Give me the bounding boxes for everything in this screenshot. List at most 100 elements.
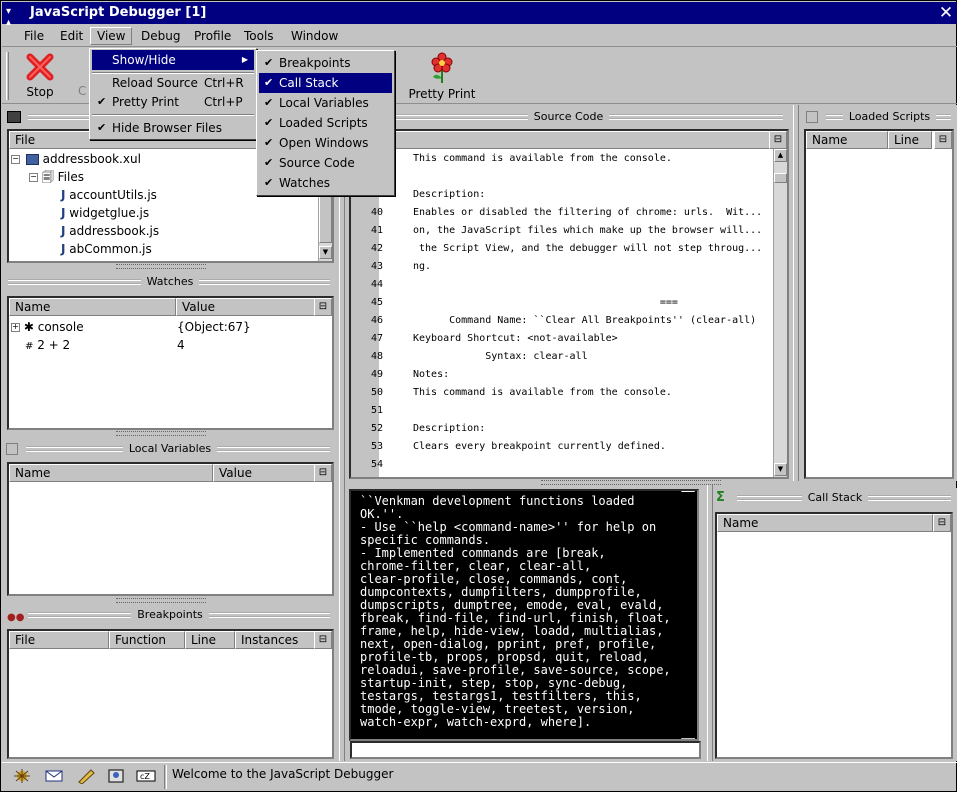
composer-icon[interactable] [76,768,96,785]
column-picker-icon[interactable]: ⊟ [314,298,332,316]
bp-col-line[interactable]: Line [185,631,235,649]
menu-item-hide-browser-files[interactable]: ✔ Hide Browser Files [92,118,254,138]
tree-row-root[interactable]: − addressbook.xul [11,150,141,168]
submenu-item-breakpoints[interactable]: ✔ Breakpoints [259,53,392,73]
tree-row-folder[interactable]: − 🗐 Files [29,168,84,186]
tree-row-file[interactable]: J addressbook.js [61,222,159,240]
navigator-icon[interactable] [12,768,32,784]
callstack-tree[interactable]: Name ⊟ [715,512,953,759]
source-line[interactable]: Clears every breakpoint currently define… [413,441,666,452]
pretty-print-button[interactable]: Pretty Print [407,52,477,101]
callstack-panel: Σ Call Stack Name ⊟ [713,488,957,761]
tree-row-file[interactable]: J accountUtils.js [61,186,157,204]
menu-item-pretty-print[interactable]: ✔ Pretty Print Ctrl+P [92,92,254,112]
stop-button[interactable]: Stop [20,52,60,99]
watches-col-name[interactable]: Name [9,298,176,316]
menu-bar: File Edit View Debug Profile Tools Windo… [2,25,957,47]
expand-icon[interactable]: + [11,323,20,332]
menu-item-reload-source[interactable]: Reload Source Ctrl+R [92,73,254,93]
source-line[interactable]: === [413,297,678,308]
title-bar[interactable]: ▾ ▴ JavaScript Debugger [1] ✕ [2,2,957,28]
scripts-col-name[interactable]: Name [806,131,888,149]
locals-col-name[interactable]: Name [9,464,213,482]
scripts-panel-checkbox[interactable] [806,111,818,123]
watch-row[interactable]: # 2 + 2 [25,336,70,354]
menu-debug[interactable]: Debug [137,29,184,47]
submenu-item-call-stack[interactable]: ✔ Call Stack [259,73,392,93]
tree-row-file[interactable]: J abCommon.js [61,240,152,258]
source-line[interactable]: Description: [413,189,485,200]
mail-icon[interactable] [44,768,64,784]
menu-file[interactable]: File [20,29,48,47]
menu-tools[interactable]: Tools [240,29,278,47]
bp-col-function[interactable]: Function [109,631,185,649]
watches-panel-header: Watches [2,273,338,291]
source-line[interactable]: This command is available from the conso… [413,153,672,164]
submenu-item-source-code[interactable]: ✔ Source Code [259,153,392,173]
submenu-item-loaded-scripts[interactable]: ✔ Loaded Scripts [259,113,392,133]
pretty-print-accel: Ctrl+P [204,95,243,109]
watches-col-value[interactable]: Value [176,298,316,316]
submenu-item-watches[interactable]: ✔ Watches [259,173,392,193]
source-col-header[interactable] [351,131,771,149]
source-line[interactable]: Description: [413,423,485,434]
watches-tree[interactable]: Name Value ⊟ + ✱ console {Object:67} # 2… [7,296,334,430]
locals-panel-checkbox[interactable] [6,443,18,455]
splitter-grip[interactable] [116,431,206,436]
toolbar-grippy[interactable] [6,52,9,100]
source-line[interactable]: Keyboard Shortcut: <not-available> [413,333,618,344]
menu-item-show-hide[interactable]: Show/Hide ▶ [92,50,254,70]
locals-tree[interactable]: Name Value ⊟ [7,462,334,596]
window-menu-icon[interactable]: ▾ ▴ [6,6,16,28]
submenu-item-open-windows[interactable]: ✔ Open Windows [259,133,392,153]
right-vertical-splitter[interactable] [793,105,799,481]
scripts-col-line[interactable]: Line [888,131,932,149]
address-book-icon[interactable] [106,768,126,784]
bp-col-file[interactable]: File [9,631,109,649]
source-line[interactable]: This command is available from the conso… [413,387,672,398]
splitter-grip[interactable] [116,264,206,269]
window-title: JavaScript Debugger [1] [30,5,207,20]
console-output[interactable]: ``Venkman development functions loaded OK… [352,492,696,738]
breakpoints-tree[interactable]: File Function Line Instances ⊟ [7,629,334,759]
source-line[interactable]: ng. [413,261,431,272]
bp-col-instances[interactable]: Instances [235,631,316,649]
chatzilla-icon[interactable]: cZ [136,768,156,784]
column-picker-icon[interactable]: ⊟ [934,131,952,149]
console-input[interactable] [350,741,701,759]
splitter-grip[interactable] [116,598,206,603]
source-line[interactable]: on, the JavaScript files which make up t… [413,225,762,236]
close-window-button[interactable]: ✕ [937,4,955,22]
collapse-icon[interactable]: − [29,173,38,182]
menu-edit[interactable]: Edit [56,29,87,47]
source-line[interactable]: the Script View, and the debugger will n… [413,243,762,254]
show-hide-label: Show/Hide [112,53,176,67]
column-picker-icon[interactable]: ⊟ [769,131,787,149]
source-line[interactable]: Notes: [413,369,449,380]
left-vertical-splitter[interactable] [339,105,345,761]
column-picker-icon[interactable]: ⊟ [314,464,332,482]
submenu-item-local-variables[interactable]: ✔ Local Variables [259,93,392,113]
source-scrollbar[interactable]: ▲ ▼ [773,149,787,477]
scripts-tree[interactable]: Name Line ⊟ [804,129,954,479]
source-line[interactable]: Command Name: ``Clear All Breakpoints'' … [413,315,756,326]
menu-window[interactable]: Window [287,29,342,47]
callstack-col-name[interactable]: Name [717,514,933,532]
status-message: Welcome to the JavaScript Debugger [172,767,394,781]
menu-profile[interactable]: Profile [190,29,235,47]
check-icon: ✔ [264,156,274,169]
source-line[interactable]: Enables or disabled the filtering of chr… [413,207,762,218]
column-picker-icon[interactable]: ⊟ [314,631,332,649]
source-line[interactable]: Syntax: clear-all [413,351,587,362]
menu-view[interactable]: View [90,27,133,45]
show-hide-submenu: ✔ Breakpoints ✔ Call Stack ✔ Local Variable… [256,50,395,196]
collapse-icon[interactable]: − [11,155,20,164]
source-title: Source Code [527,110,610,123]
check-icon: ✔ [97,95,107,108]
tree-row-file[interactable]: J widgetglue.js [61,204,149,222]
column-picker-icon[interactable]: ⊟ [933,514,951,532]
source-view[interactable]: ⊟ This command is available from the con… [349,129,789,479]
locals-col-value[interactable]: Value [213,464,316,482]
watch-row[interactable]: + ✱ console [11,318,84,336]
sigma-icon: Σ [716,490,725,505]
